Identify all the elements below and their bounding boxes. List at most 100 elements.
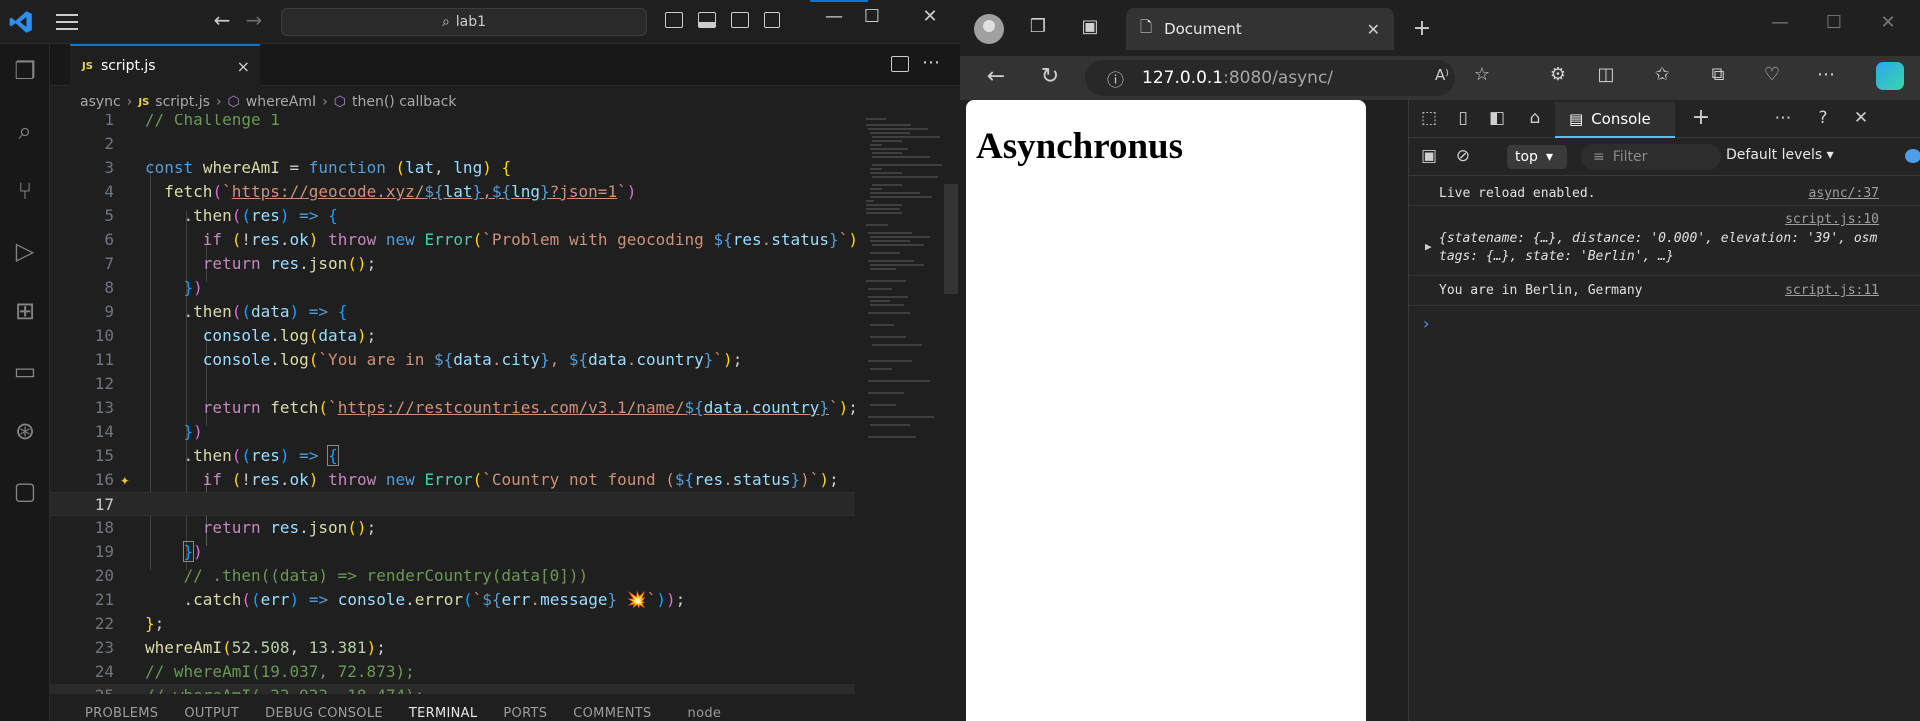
console-message-source[interactable]: async/:37 [1809,186,1879,201]
workspaces-icon[interactable]: ❒ [1024,16,1052,37]
new-tab-icon[interactable]: + [1408,16,1436,41]
profile-avatar[interactable] [974,14,1004,44]
editor-tab-script-js[interactable]: JS script.js × [70,44,260,86]
collections-icon[interactable]: ⧉ [1704,64,1732,85]
maximize-icon[interactable]: ☐ [1820,12,1848,33]
browser-tab-strip: ❒ ▣ 🗋 Document ✕ + — ☐ ✕ [960,0,1920,56]
toggle-secondary-sidebar-icon[interactable] [731,12,749,28]
menu-icon[interactable] [56,14,78,30]
code-line: 25// whereAmI(-33.933, 18.474); [50,684,855,694]
address-bar[interactable]: ⓘ 127.0.0.1:8080/async/ [1085,60,1455,96]
expand-triangle-icon[interactable]: ▶ [1425,240,1432,253]
code-editor[interactable]: 1// Challenge 1 2 3 const whereAmI = func… [50,114,855,694]
site-info-icon[interactable]: ⓘ [1107,66,1124,91]
log-levels-label: Default levels [1726,147,1823,163]
console-filter-input[interactable]: ≡ Filter [1581,144,1721,170]
scrollbar-thumb[interactable] [944,184,958,294]
context-selector[interactable]: top ▾ [1507,145,1567,169]
web-page-viewport: Asynchronus [966,100,1366,721]
welcome-home-icon[interactable]: ⌂ [1523,108,1547,128]
more-tools-plus-icon[interactable]: + [1689,105,1713,130]
panel-tab-comments[interactable]: COMMENTS [573,706,651,721]
search-icon[interactable]: ⌕ [12,118,38,144]
show-sidebar-icon[interactable]: ▣ [1417,146,1441,166]
device-emulation-icon[interactable]: ▯ [1451,108,1475,128]
close-window-icon[interactable]: ✕ [1874,12,1902,33]
split-screen-icon[interactable]: ◫ [1592,64,1620,85]
console-message-source[interactable]: script.js:10 [1785,212,1879,227]
code-line: 9 .then((data) => { [104,302,348,321]
copilot-sparkle-icon[interactable]: ✦ [120,468,130,492]
code-line: 19 }) [94,541,203,562]
close-tab-icon[interactable]: ✕ [1367,20,1380,39]
more-menu-icon[interactable]: ⋯ [1812,64,1840,85]
close-window-icon[interactable]: ✕ [910,6,950,27]
console-message-text: Live reload enabled. [1439,186,1596,201]
devtools-tab-console[interactable]: ▤ Console [1555,102,1675,138]
minimize-icon[interactable]: — [814,6,854,27]
copilot-icon[interactable] [1876,62,1904,90]
breadcrumb-symbol[interactable]: whereAmI [246,94,316,110]
maximize-icon[interactable]: ☐ [852,6,892,27]
inspect-element-icon[interactable]: ⬚ [1417,108,1441,128]
devtools-panel: ⬚ ▯ ◧ ⌂ ▤ Console + ⋯ ? ✕ ▣ ⊘ top ▾ ≡ Fi… [1408,100,1920,721]
code-line: 12 [94,374,114,393]
console-message: Live reload enabled. async/:37 [1409,180,1920,206]
editor-scrollbar[interactable] [944,114,958,694]
split-editor-icon[interactable] [891,56,909,72]
favorites-icon[interactable]: ✩ [1648,64,1676,85]
browser-essentials-icon[interactable]: ♡ [1758,64,1786,85]
extensions-icon[interactable]: ⊞ [12,298,38,324]
terminal-shell-label[interactable]: node [688,706,722,721]
source-control-icon[interactable]: ⑂ [12,178,38,204]
toggle-sidebar-icon[interactable] [665,12,683,28]
forward-arrow-icon[interactable]: → [240,8,268,32]
command-center-search[interactable]: ⌕ lab1 [281,8,647,36]
chevron-right-icon: › [126,94,133,110]
refresh-icon[interactable]: ↻ [1036,64,1064,89]
toggle-panel-icon[interactable] [698,12,716,28]
back-arrow-icon[interactable]: ← [208,8,236,32]
favorite-star-icon[interactable]: ☆ [1468,64,1496,85]
comments-icon[interactable]: ▢ [12,478,38,504]
remote-explorer-icon[interactable]: ▭ [12,358,38,384]
customize-layout-icon[interactable] [764,12,780,28]
panel-tab-debug-console[interactable]: DEBUG CONSOLE [265,706,383,721]
console-prompt-icon[interactable]: › [1423,314,1429,333]
toggle-sidebar-icon[interactable]: ◧ [1485,108,1509,128]
minimap[interactable] [858,114,943,694]
code-line: 16 ✦ if (!res.ok) throw new Error(`Countr… [50,468,855,492]
log-levels-dropdown[interactable]: Default levels ▾ [1726,147,1834,163]
code-line: 14 }) [94,422,203,441]
panel-tab-output[interactable]: OUTPUT [184,706,239,721]
explorer-icon[interactable]: ❐ [12,58,38,84]
issues-badge-icon[interactable] [1905,149,1920,163]
console-message-object[interactable]: script.js:10 ▶ {statename: {…}, distance… [1409,208,1920,276]
symbol-method-icon: ⬡ [333,94,346,110]
breadcrumb-file[interactable]: script.js [155,94,210,110]
close-tab-icon[interactable]: × [237,57,250,76]
panel-tab-ports[interactable]: PORTS [503,706,547,721]
back-arrow-icon[interactable]: ← [982,64,1010,89]
breadcrumb-symbol-callback[interactable]: then() callback [352,94,457,110]
breadcrumb-folder[interactable]: async [80,94,121,110]
close-devtools-icon[interactable]: ✕ [1849,108,1873,128]
clear-console-icon[interactable]: ⊘ [1451,146,1475,166]
browser-tab-document[interactable]: 🗋 Document ✕ [1126,8,1394,50]
console-message-source[interactable]: script.js:11 [1785,283,1879,298]
breadcrumb: async › JS script.js › ⬡ whereAmI › ⬡ th… [50,88,960,116]
more-actions-icon[interactable]: ⋯ [922,52,940,73]
panel-tab-problems[interactable]: PROBLEMS [85,706,158,721]
panel-tab-terminal[interactable]: TERMINAL [409,706,478,721]
github-icon[interactable]: ⊛ [12,418,38,444]
more-options-icon[interactable]: ⋯ [1771,108,1795,128]
code-line: 6 if (!res.ok) throw new Error(`Problem … [104,230,855,249]
extensions-icon[interactable]: ⚙ [1544,64,1572,85]
tab-actions-icon[interactable]: ▣ [1076,16,1104,37]
run-debug-icon[interactable]: ▷ [12,238,38,264]
vscode-logo-icon [9,11,32,33]
read-aloud-icon[interactable]: A⁾ [1428,66,1456,84]
code-line: 10 console.log(data); [94,326,377,345]
help-icon[interactable]: ? [1811,108,1835,128]
minimize-icon[interactable]: — [1766,12,1794,33]
